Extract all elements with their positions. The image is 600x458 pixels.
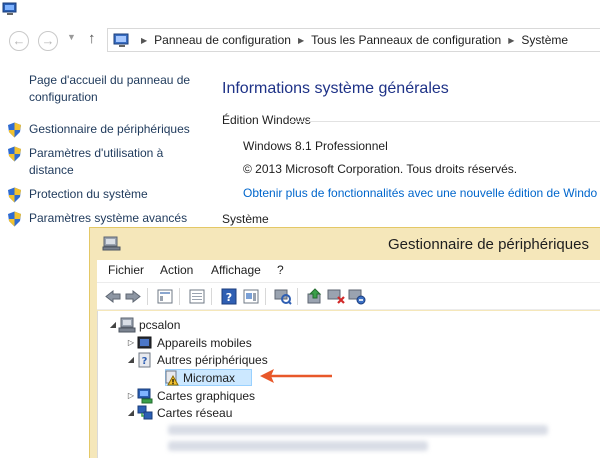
details-icon[interactable] bbox=[242, 288, 260, 305]
task-remote-settings[interactable]: Paramètres d'utilisation à distance bbox=[7, 145, 167, 179]
address-box[interactable]: ▶ Panneau de configuration ▶ Tous les Panne… bbox=[107, 28, 600, 52]
toolbar-separator bbox=[265, 288, 266, 305]
collapse-icon[interactable]: ◢ bbox=[126, 352, 136, 368]
tree-label: Autres périphériques bbox=[157, 353, 268, 367]
network-adapter-icon bbox=[137, 405, 153, 420]
device-manager-window: Gestionnaire de périphériques Fichier Ac… bbox=[89, 227, 600, 458]
device-tree: ◢ pcsalon ▷ Appareils mobiles ◢ ? Autres… bbox=[97, 311, 600, 458]
page-title: Informations système générales bbox=[222, 80, 449, 97]
breadcrumb-item[interactable]: Tous les Panneaux de configuration bbox=[311, 33, 501, 47]
menu-view[interactable]: Affichage bbox=[211, 263, 261, 277]
svg-text:?: ? bbox=[226, 291, 232, 304]
task-system-protection[interactable]: Protection du système bbox=[7, 186, 207, 203]
tree-label: pcsalon bbox=[139, 318, 181, 332]
recent-pages-dropdown-icon[interactable]: ▼ bbox=[67, 32, 76, 42]
device-manager-titlebar[interactable]: Gestionnaire de périphériques bbox=[90, 228, 600, 260]
expand-icon[interactable]: ▷ bbox=[126, 388, 136, 404]
task-label: Protection du système bbox=[29, 187, 148, 201]
task-advanced-settings[interactable]: Paramètres système avancés bbox=[7, 210, 207, 227]
warning-device-icon bbox=[165, 370, 179, 386]
blurred-network-adapter-entry bbox=[168, 425, 548, 435]
forward-button[interactable]: → bbox=[38, 31, 58, 51]
task-label: Paramètres d'utilisation à distance bbox=[29, 146, 164, 177]
expand-icon[interactable]: ▷ bbox=[126, 335, 136, 351]
properties-icon[interactable] bbox=[156, 288, 174, 305]
control-panel-titlebar bbox=[0, 0, 600, 22]
task-device-manager[interactable]: Gestionnaire de périphériques bbox=[7, 121, 207, 138]
section-heading-system: Système bbox=[222, 212, 269, 226]
task-label: Gestionnaire de périphériques bbox=[29, 122, 190, 136]
back-icon[interactable] bbox=[104, 288, 122, 305]
disable-device-icon[interactable] bbox=[327, 288, 345, 305]
svg-text:?: ? bbox=[142, 356, 148, 367]
show-hide-icon[interactable] bbox=[188, 288, 206, 305]
uac-shield-icon bbox=[8, 211, 21, 227]
uac-shield-icon bbox=[8, 187, 21, 203]
control-panel-home-link[interactable]: Page d'accueil du panneau de configurati… bbox=[29, 72, 204, 106]
mobile-device-icon bbox=[137, 336, 152, 349]
section-heading-edition: Édition Windows bbox=[222, 113, 311, 127]
toolbar: ? bbox=[97, 282, 600, 310]
control-panel-icon bbox=[113, 33, 129, 47]
blurred-network-adapter-entry bbox=[168, 441, 428, 451]
task-list: Gestionnaire de périphériques Paramètres… bbox=[7, 121, 207, 227]
device-manager-icon bbox=[102, 236, 121, 251]
tree-label: Micromax bbox=[183, 371, 236, 385]
breadcrumb: ▶ Panneau de configuration ▶ Tous les Panne… bbox=[134, 33, 568, 47]
collapse-icon[interactable]: ◢ bbox=[126, 405, 136, 421]
os-name: Windows 8.1 Professionnel bbox=[243, 139, 388, 153]
breadcrumb-item[interactable]: Panneau de configuration bbox=[154, 33, 291, 47]
scan-hardware-icon[interactable] bbox=[274, 288, 292, 305]
toolbar-separator bbox=[147, 288, 148, 305]
display-adapter-icon bbox=[137, 388, 153, 404]
help-icon[interactable]: ? bbox=[220, 288, 238, 305]
menu-help[interactable]: ? bbox=[277, 263, 284, 277]
uninstall-icon[interactable] bbox=[348, 288, 366, 305]
unknown-device-icon: ? bbox=[138, 352, 151, 368]
task-label: Paramètres système avancés bbox=[29, 211, 188, 225]
uac-shield-icon bbox=[8, 146, 21, 162]
uac-shield-icon bbox=[8, 122, 21, 138]
menu-file[interactable]: Fichier bbox=[108, 263, 144, 277]
copyright-text: © 2013 Microsoft Corporation. Tous droit… bbox=[243, 162, 518, 176]
back-button[interactable]: ← bbox=[9, 31, 29, 51]
annotation-arrow bbox=[260, 369, 332, 383]
breadcrumb-separator-icon[interactable]: ▶ bbox=[298, 36, 304, 45]
tree-label: Appareils mobiles bbox=[157, 336, 252, 350]
more-features-link[interactable]: Obtenir plus de fonctionnalités avec une… bbox=[243, 186, 600, 200]
toolbar-separator bbox=[211, 288, 212, 305]
collapse-icon[interactable]: ◢ bbox=[108, 317, 118, 333]
address-bar-row: ← → ▼ ↑ ▶ Panneau de configuration ▶ Tous l… bbox=[0, 26, 600, 56]
toolbar-separator bbox=[179, 288, 180, 305]
computer-icon bbox=[118, 317, 136, 333]
toolbar-separator bbox=[297, 288, 298, 305]
section-divider bbox=[290, 121, 600, 122]
up-button[interactable]: ↑ bbox=[88, 30, 96, 47]
window-title: Gestionnaire de périphériques bbox=[388, 236, 589, 253]
tree-label: Cartes graphiques bbox=[157, 389, 256, 403]
menu-action[interactable]: Action bbox=[160, 263, 193, 277]
tree-label: Cartes réseau bbox=[157, 406, 233, 420]
breadcrumb-item[interactable]: Système bbox=[521, 33, 568, 47]
breadcrumb-separator-icon[interactable]: ▶ bbox=[508, 36, 514, 45]
breadcrumb-separator-icon: ▶ bbox=[141, 36, 148, 45]
forward-icon[interactable] bbox=[124, 288, 142, 305]
menu-bar: Fichier Action Affichage ? bbox=[97, 260, 600, 282]
system-window-icon bbox=[2, 2, 17, 15]
update-driver-icon[interactable] bbox=[306, 288, 324, 305]
